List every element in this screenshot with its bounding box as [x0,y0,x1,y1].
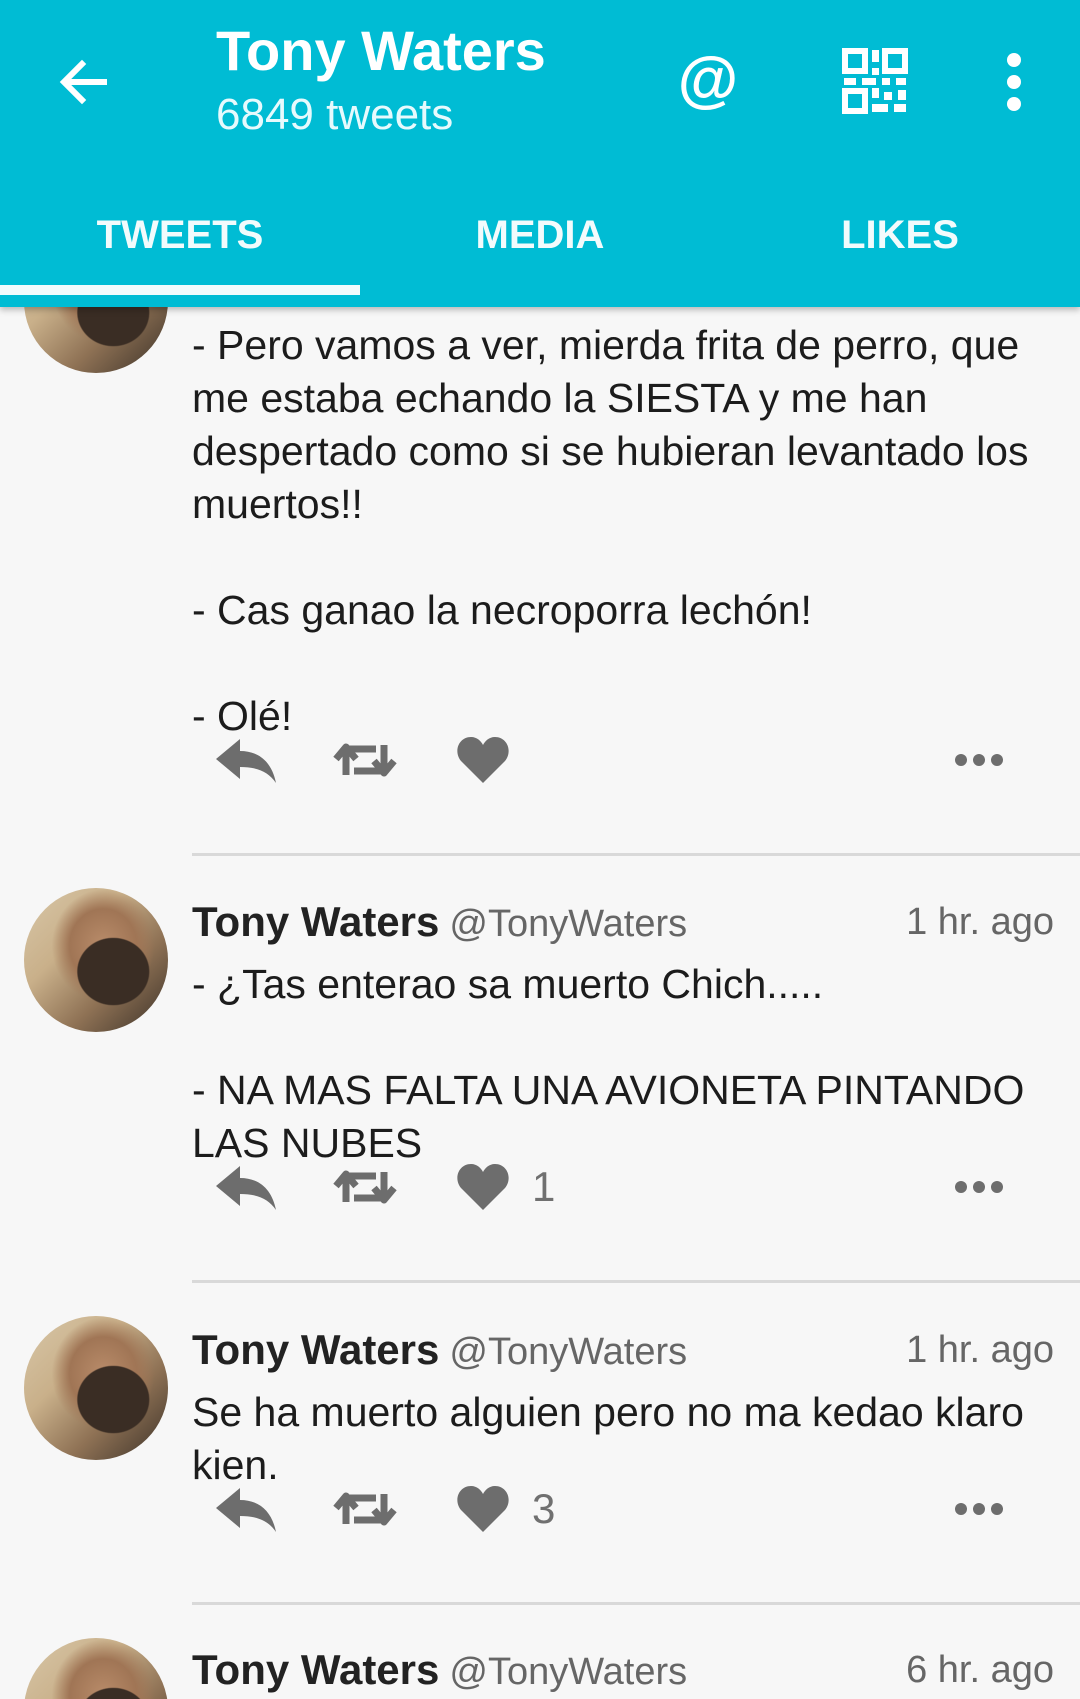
avatar[interactable] [24,1638,168,1699]
tweet-overflow-button[interactable] [954,725,1004,795]
vertical-dots-icon [1007,53,1021,111]
author-handle[interactable]: @TonyWaters [449,903,687,945]
reply-button[interactable] [212,1152,278,1222]
tweet-overflow-button[interactable] [954,1474,1004,1544]
back-button[interactable] [52,50,116,114]
tweet-item[interactable]: Tony Waters @TonyWaters 1 hr. ago Se ha m… [0,1284,1080,1606]
profile-name: Tony Waters [216,19,546,82]
reply-button[interactable] [212,725,278,795]
tab-media[interactable]: MEDIA [360,190,720,307]
tweet-text: - ¿Tas enterao sa muerto Chich..... - NA… [192,961,1025,1166]
avatar[interactable] [24,888,168,1032]
heart-icon [457,737,509,783]
qr-code-icon [842,48,908,114]
tweet-meta: Tony Waters @TonyWaters 6 hr. ago [192,1640,1054,1699]
at-icon: @ [677,45,739,114]
tweet-divider [192,1280,1080,1283]
horizontal-dots-icon [955,1181,1003,1193]
retweet-icon [333,743,397,777]
tab-likes[interactable]: LIKES [720,190,1080,307]
tweet-actions: 1 [192,1152,1054,1222]
tweet-meta: Tony Waters @TonyWaters 1 hr. ago [192,1320,1054,1380]
like-button[interactable] [456,725,510,795]
author-name[interactable]: Tony Waters [192,1646,439,1693]
reply-icon [216,1166,276,1210]
tweet-item[interactable]: Tony Waters @TonyWaters 1 hr. ago - ¿Tas … [0,856,1080,1284]
profile-title-block: Tony Waters 6849 tweets [216,18,546,142]
qr-code-button[interactable] [842,48,908,114]
retweet-button[interactable] [332,1474,398,1544]
heart-icon [457,1486,509,1532]
tweet-item[interactable]: Tony Waters @TonyWaters 6 hr. ago [0,1606,1080,1699]
tweet-count: 6849 tweets [216,90,454,139]
tab-tweets[interactable]: TWEETS [0,190,360,307]
mention-button[interactable]: @ [676,40,740,120]
like-count: 1 [532,1163,556,1210]
tweet-overflow-button[interactable] [954,1152,1004,1222]
tweet-actions: 3 [192,1474,1054,1544]
author-handle[interactable]: @TonyWaters [449,1331,687,1373]
tweet-text: - Pero vamos a ver, mierda frita de perr… [192,322,1029,739]
heart-icon [457,1164,509,1210]
author-name[interactable]: Tony Waters [192,1326,439,1373]
horizontal-dots-icon [955,754,1003,766]
more-options-button[interactable] [996,50,1032,114]
reply-button[interactable] [212,1474,278,1544]
tweet-time: 1 hr. ago [906,901,1054,943]
app-bar: Tony Waters 6849 tweets @ TWEETS MEDIA L… [0,0,1080,307]
author-name[interactable]: Tony Waters [192,898,439,945]
retweet-button[interactable] [332,725,398,795]
reply-icon [216,1488,276,1532]
arrow-left-icon [59,59,107,105]
retweet-icon [333,1170,397,1204]
tweet-meta: Tony Waters @TonyWaters 1 hr. ago [192,892,1054,952]
profile-tabs: TWEETS MEDIA LIKES [0,190,1080,307]
avatar[interactable] [24,1316,168,1460]
tweet-actions [192,725,1054,795]
tweet-divider [192,1602,1080,1605]
like-button[interactable]: 3 [456,1474,555,1544]
tweet-item[interactable]: - Pero vamos a ver, mierda frita de perr… [0,229,1080,857]
author-handle[interactable]: @TonyWaters [449,1651,687,1693]
retweet-button[interactable] [332,1152,398,1222]
horizontal-dots-icon [955,1503,1003,1515]
tweet-time: 1 hr. ago [906,1329,1054,1371]
retweet-icon [333,1492,397,1526]
like-button[interactable]: 1 [456,1152,555,1222]
tweet-time: 6 hr. ago [906,1649,1054,1691]
like-count: 3 [532,1485,556,1532]
reply-icon [216,739,276,783]
